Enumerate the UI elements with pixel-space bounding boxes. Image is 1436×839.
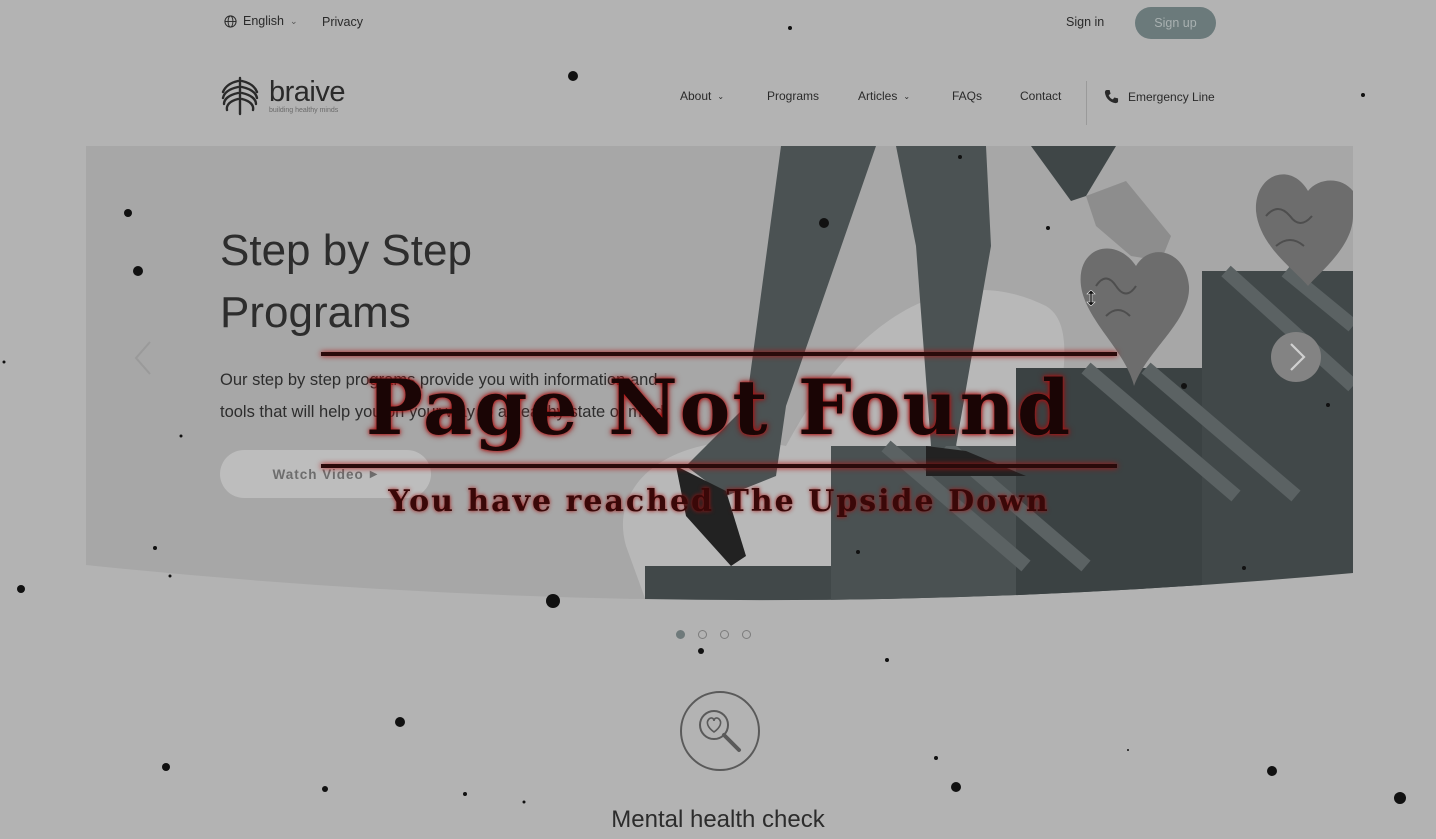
carousel-pagination	[676, 630, 764, 639]
privacy-link[interactable]: Privacy	[322, 15, 363, 29]
chevron-right-icon	[1290, 343, 1306, 371]
nav-faqs-label: FAQs	[952, 89, 983, 103]
nav-contact[interactable]: Contact	[1020, 89, 1061, 103]
brand-logo[interactable]: braive building healthy minds	[219, 75, 346, 117]
logo-name: braive	[269, 75, 346, 108]
nav-about[interactable]: About ⌄	[680, 89, 724, 103]
sign-in-link[interactable]: Sign in	[1066, 15, 1104, 29]
play-icon: ▶	[369, 468, 379, 480]
emergency-label: Emergency Line	[1128, 89, 1215, 104]
mental-health-check-title: Mental health check	[611, 806, 825, 833]
top-utility-bar: English ⌄ Privacy Sign in Sign up	[0, 0, 1436, 46]
nav-faqs[interactable]: FAQs	[952, 89, 982, 103]
brain-logo-icon	[221, 76, 259, 116]
nav-divider	[1086, 81, 1087, 125]
nav-about-label: About	[680, 89, 712, 103]
resize-cursor-icon	[1086, 290, 1096, 306]
carousel-dot[interactable]	[742, 630, 751, 639]
page-not-found-title: Page Not Found	[365, 363, 1073, 452]
nav-articles-label: Articles	[858, 89, 898, 103]
carousel-next-button[interactable]	[1271, 332, 1321, 382]
hero-title: Step by Step Programs	[220, 220, 640, 344]
chevron-down-icon: ⌄	[290, 15, 298, 26]
overlay-top-rule	[321, 352, 1117, 356]
nav-articles[interactable]: Articles ⌄	[858, 89, 910, 103]
carousel-dot[interactable]	[676, 630, 685, 639]
page-not-found-subtitle: You have reached The Upside Down	[388, 484, 1050, 519]
chevron-left-icon[interactable]	[128, 336, 158, 380]
language-label: English	[243, 14, 284, 28]
logo-tagline: building healthy minds	[269, 106, 339, 114]
language-selector[interactable]: English ⌄	[224, 14, 298, 28]
nav-contact-label: Contact	[1020, 89, 1062, 103]
heart-magnifier-icon	[680, 691, 760, 771]
sign-up-button[interactable]: Sign up	[1135, 7, 1216, 39]
overlay-bottom-rule	[321, 464, 1117, 468]
globe-icon	[224, 14, 237, 28]
carousel-dot[interactable]	[720, 630, 729, 639]
nav-programs[interactable]: Programs	[767, 89, 819, 103]
hero-title-line-1: Step by Step	[220, 226, 472, 275]
chevron-down-icon: ⌄	[903, 91, 911, 101]
nav-programs-label: Programs	[767, 89, 820, 103]
carousel-dot[interactable]	[698, 630, 707, 639]
emergency-line-link[interactable]: Emergency Line	[1104, 89, 1215, 104]
chevron-down-icon: ⌄	[717, 91, 725, 101]
phone-icon	[1104, 89, 1119, 104]
hero-title-line-2: Programs	[220, 288, 411, 337]
